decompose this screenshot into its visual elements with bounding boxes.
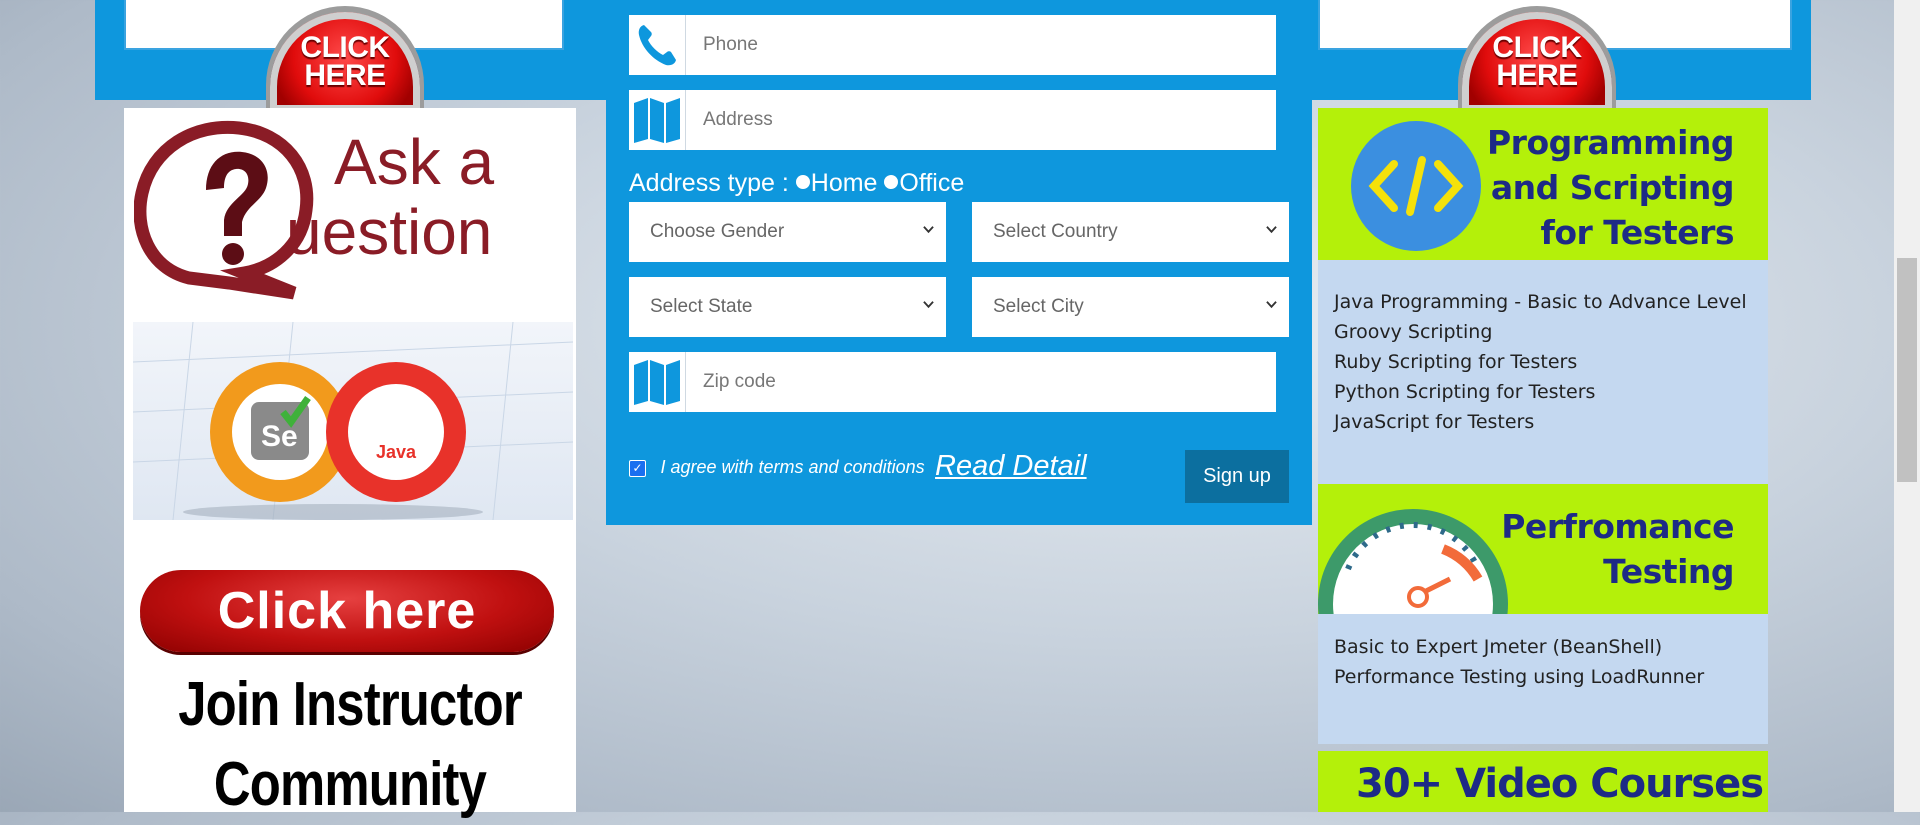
signup-form-panel: [606, 0, 1312, 525]
programming-banner[interactable]: Programming and Scripting for Testers: [1318, 108, 1768, 260]
click-badge-text: CLICK: [1492, 31, 1582, 64]
country-select-value: Select Country: [993, 221, 1118, 242]
course-link[interactable]: Groovy Scripting: [1334, 317, 1747, 347]
code-icon: [1351, 121, 1481, 251]
signup-button[interactable]: Sign up: [1185, 450, 1289, 503]
ask-a-text: Ask a: [334, 126, 495, 198]
address-field[interactable]: Address: [629, 90, 1276, 150]
terms-text: I agree with terms and conditions: [660, 457, 925, 477]
course-link[interactable]: Ruby Scripting for Testers: [1334, 347, 1747, 377]
chevron-down-icon: [923, 226, 934, 234]
performance-banner[interactable]: 0 100 Perfromance Testing: [1318, 484, 1768, 614]
read-detail-link[interactable]: Read Detail: [935, 450, 1087, 482]
performance-title-line: Testing: [1603, 552, 1734, 591]
country-select[interactable]: Select Country: [972, 202, 1289, 262]
radio-office-label: Office: [899, 169, 965, 197]
click-here-button[interactable]: Click here: [140, 570, 554, 652]
video-courses-title: 30+ Video Courses: [1356, 761, 1764, 807]
course-link[interactable]: Python Scripting for Testers: [1334, 377, 1747, 407]
course-link[interactable]: JavaScript for Testers: [1334, 407, 1747, 437]
phone-icon: [629, 15, 686, 75]
address-placeholder: Address: [703, 109, 773, 130]
phone-field[interactable]: Phone: [629, 15, 1276, 75]
click-badge-text: CLICK: [300, 31, 390, 64]
address-type-label: Address type :: [629, 169, 789, 197]
zip-placeholder: Zip code: [703, 371, 776, 392]
community-text: Community: [213, 750, 487, 819]
programming-title-line: for Testers: [1540, 213, 1734, 252]
selenium-badge: Se: [261, 420, 298, 453]
programming-course-list: Java Programming - Basic to Advance Leve…: [1318, 260, 1768, 484]
gender-select[interactable]: Choose Gender: [629, 202, 946, 262]
state-select[interactable]: Select State: [629, 277, 946, 337]
zip-field[interactable]: Zip code: [629, 352, 1276, 412]
chevron-down-icon: [1266, 301, 1277, 309]
map-icon: [629, 90, 686, 150]
radio-office[interactable]: [884, 175, 899, 189]
chevron-down-icon: [1266, 226, 1277, 234]
scrollbar-thumb[interactable]: [1897, 258, 1917, 482]
course-link[interactable]: Performance Testing using LoadRunner: [1334, 662, 1704, 692]
video-courses-banner[interactable]: 30+ Video Courses: [1318, 751, 1768, 812]
phone-placeholder: Phone: [703, 34, 758, 55]
java-badge: Java: [376, 442, 417, 462]
city-select[interactable]: Select City: [972, 277, 1289, 337]
radio-home[interactable]: [795, 175, 810, 189]
terms-checkbox[interactable]: ✓: [629, 460, 646, 477]
question-text: uestion: [286, 196, 493, 268]
join-instructor-text: Join Instructor: [178, 670, 522, 739]
selenium-java-banner[interactable]: Se Java: [133, 322, 573, 520]
performance-course-list: Basic to Expert Jmeter (BeanShell) Perfo…: [1318, 614, 1768, 744]
programming-title-line: and Scripting: [1490, 168, 1735, 207]
click-badge-text: HERE: [304, 59, 386, 92]
ask-a-question-banner[interactable]: Ask a uestion: [133, 118, 564, 300]
programming-title-line: Programming: [1487, 123, 1735, 162]
gender-select-value: Choose Gender: [650, 221, 785, 242]
radio-home-label: Home: [810, 169, 878, 197]
course-link[interactable]: Basic to Expert Jmeter (BeanShell): [1334, 632, 1704, 662]
map-icon: [629, 352, 686, 412]
course-link[interactable]: Java Programming - Basic to Advance Leve…: [1334, 287, 1747, 317]
city-select-value: Select City: [993, 296, 1084, 317]
gears-icon: [133, 322, 573, 520]
click-badge-text: HERE: [1496, 59, 1578, 92]
terms-row: ✓ I agree with terms and conditions Read…: [629, 450, 1087, 483]
gauge-icon: 0 100: [1318, 509, 1508, 614]
chevron-down-icon: [923, 301, 934, 309]
performance-title-line: Perfromance: [1501, 507, 1734, 546]
state-select-value: Select State: [650, 296, 753, 317]
address-type-group: Address type : Home Office: [629, 166, 964, 200]
